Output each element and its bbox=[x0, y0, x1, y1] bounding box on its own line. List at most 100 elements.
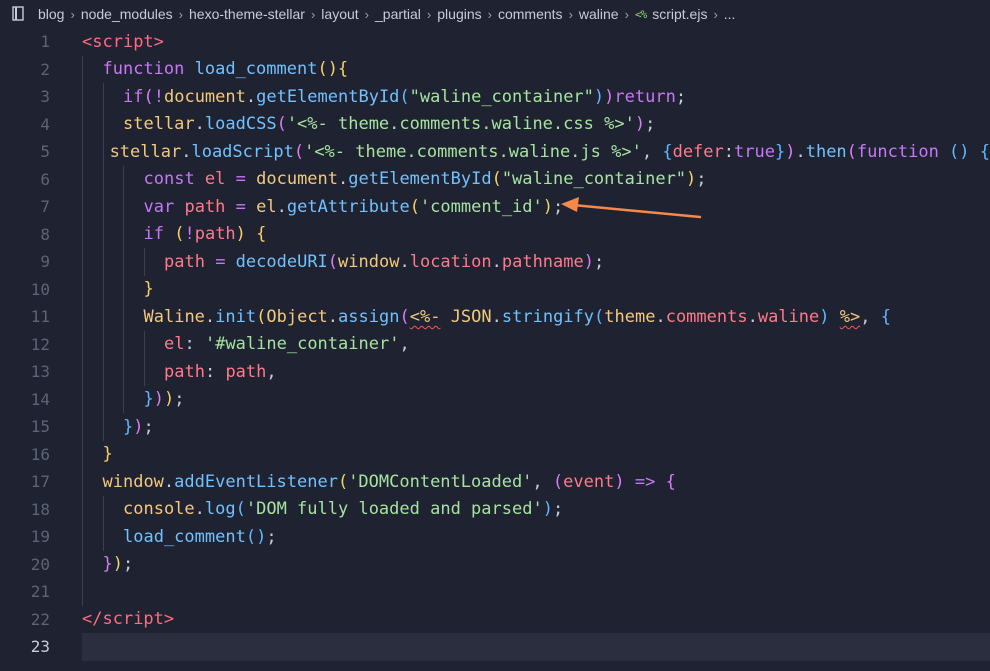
code-token: el bbox=[256, 196, 277, 217]
code-line[interactable]: 4 stellar. loadCSS('<%- theme.comments.wal… bbox=[0, 110, 990, 138]
code-token: document bbox=[163, 86, 246, 107]
code-content[interactable]: } bbox=[82, 275, 990, 303]
code-line[interactable]: 2 function load_comment(){ bbox=[0, 55, 990, 83]
code-content[interactable]: }); bbox=[82, 550, 990, 578]
code-token: event bbox=[563, 471, 615, 492]
code-line[interactable]: 16} bbox=[0, 440, 990, 468]
breadcrumb-item[interactable]: node_modules bbox=[81, 6, 173, 22]
code-token: ) bbox=[785, 141, 796, 162]
code-content[interactable] bbox=[82, 633, 990, 661]
code-content[interactable]: Waline. init(Object. assign(<%- JSON. strin… bbox=[82, 303, 990, 331]
code-token: addEventListener bbox=[174, 471, 338, 492]
breadcrumb-more[interactable]: ... bbox=[724, 6, 736, 22]
code-token: JSON bbox=[450, 306, 492, 327]
line-number: 22 bbox=[30, 609, 50, 629]
code-content[interactable] bbox=[82, 578, 990, 606]
code-content[interactable]: load_comment(); bbox=[82, 523, 990, 551]
code-content[interactable]: </script > bbox=[82, 606, 990, 634]
code-line[interactable]: 15}); bbox=[0, 413, 990, 441]
code-line[interactable]: 6 const el = document. getElementById("wal… bbox=[0, 165, 990, 193]
code-content[interactable]: } bbox=[82, 440, 990, 468]
code-content[interactable]: < script > bbox=[82, 28, 990, 56]
code-line[interactable]: 5 stellar. loadScript('<%- theme.comments.… bbox=[0, 138, 990, 166]
code-line[interactable]: 1 < script > bbox=[0, 28, 990, 56]
code-line[interactable]: 8 if (! path) { bbox=[0, 220, 990, 248]
code-token: ) bbox=[164, 389, 175, 410]
code-line[interactable]: 21 bbox=[0, 578, 990, 606]
code-line[interactable]: 7 var path = el. getAttribute('comment_id'… bbox=[0, 193, 990, 221]
breadcrumb-item[interactable]: _partial bbox=[375, 6, 421, 22]
breadcrumb-item[interactable]: plugins bbox=[437, 6, 481, 22]
code-token: <%- bbox=[409, 306, 441, 327]
code-token: 'DOM fully loaded and parsed' bbox=[245, 499, 543, 520]
code-content[interactable]: if (! path) { bbox=[82, 220, 990, 248]
code-content[interactable]: stellar. loadScript('<%- theme.comments.w… bbox=[82, 138, 990, 166]
code-line[interactable]: 23 bbox=[0, 633, 990, 661]
code-content[interactable]: if(! document. getElementById("waline_cont… bbox=[82, 83, 990, 111]
code-line[interactable]: 18 console. log('DOM fully loaded and pars… bbox=[0, 495, 990, 523]
code-content[interactable]: window. addEventListener('DOMContentLoade… bbox=[82, 468, 990, 496]
breadcrumb-item[interactable]: hexo-theme-stellar bbox=[189, 6, 305, 22]
code-token: if bbox=[143, 224, 175, 245]
code-token: < bbox=[82, 31, 93, 52]
code-content[interactable]: stellar. loadCSS('<%- theme.comments.wali… bbox=[82, 110, 990, 138]
indent-guide bbox=[82, 330, 83, 358]
line-number: 11 bbox=[30, 307, 50, 327]
code-content[interactable]: function load_comment(){ bbox=[82, 55, 990, 83]
breadcrumb-item[interactable]: waline bbox=[579, 6, 619, 22]
code-token: : bbox=[184, 334, 205, 355]
breadcrumb-item[interactable]: comments bbox=[498, 6, 563, 22]
code-token: ! bbox=[184, 224, 195, 245]
code-line[interactable]: 19 load_comment(); bbox=[0, 523, 990, 551]
indent-guide bbox=[102, 275, 104, 303]
code-token: Object bbox=[266, 306, 328, 327]
code-content[interactable]: var path = el. getAttribute('comment_id')… bbox=[82, 193, 990, 221]
code-content[interactable]: const el = document. getElementById("wali… bbox=[82, 165, 990, 193]
code-content[interactable]: console. log('DOM fully loaded and parsed… bbox=[82, 495, 990, 523]
code-token: ) bbox=[133, 416, 144, 437]
code-token: load_comment bbox=[194, 59, 318, 80]
code-token: window bbox=[338, 251, 400, 272]
code-token: el bbox=[164, 334, 185, 355]
code-line[interactable]: 13 path: path, bbox=[0, 358, 990, 386]
code-token: , bbox=[860, 306, 881, 327]
indent-guide bbox=[102, 523, 104, 551]
indent-guide bbox=[82, 220, 83, 248]
code-token: > bbox=[163, 609, 175, 630]
code-token: = bbox=[235, 169, 257, 190]
code-content[interactable]: el: '#waline_container', bbox=[82, 330, 990, 358]
indent-guide bbox=[82, 138, 83, 166]
chevron-right-icon: › bbox=[426, 7, 432, 22]
code-token: function bbox=[856, 141, 950, 162]
breadcrumb-item[interactable]: layout bbox=[321, 6, 358, 22]
code-line[interactable]: 17 window. addEventListener('DOMContentLoa… bbox=[0, 468, 990, 496]
code-line[interactable]: 20}); bbox=[0, 550, 990, 578]
chevron-right-icon: › bbox=[178, 7, 184, 22]
code-line[interactable]: 3 if(! document. getElementById("waline_con… bbox=[0, 83, 990, 111]
indent-guide bbox=[82, 385, 83, 413]
indent-guide bbox=[82, 193, 83, 221]
code-token: ) bbox=[593, 86, 605, 107]
code-content[interactable]: path = decodeURI(window. location. pathnam… bbox=[82, 248, 990, 276]
breadcrumb-items: blog › node_modules › hexo-theme-stellar › lay… bbox=[38, 6, 635, 22]
code-token: } bbox=[774, 141, 786, 162]
editor-pane[interactable]: 1 < script >2 function load_comment(){3 if(! d… bbox=[0, 28, 990, 671]
indent-guide bbox=[102, 165, 104, 193]
code-line[interactable]: 12 el: '#waline_container', bbox=[0, 330, 990, 358]
breadcrumb-file[interactable]: script.ejs bbox=[652, 6, 707, 22]
code-token: (){ bbox=[317, 59, 349, 80]
code-content[interactable]: path: path, bbox=[82, 358, 990, 386]
code-content[interactable]: }); bbox=[82, 413, 990, 441]
code-line[interactable]: 14})); bbox=[0, 385, 990, 413]
code-token: path bbox=[194, 224, 236, 245]
indent-guide bbox=[123, 303, 124, 331]
code-content[interactable]: })); bbox=[82, 385, 990, 413]
breadcrumb-item[interactable]: blog bbox=[38, 6, 64, 22]
code-line[interactable]: 22 </script > bbox=[0, 606, 990, 634]
indent-guide bbox=[82, 440, 83, 468]
code-line[interactable]: 9 path = decodeURI(window. location. pathna… bbox=[0, 248, 990, 276]
code-line[interactable]: 11 Waline. init(Object. assign(<%- JSON. str… bbox=[0, 303, 990, 331]
code-token: , bbox=[532, 471, 553, 492]
code-line[interactable]: 10} bbox=[0, 275, 990, 303]
code-token: { bbox=[256, 224, 267, 245]
